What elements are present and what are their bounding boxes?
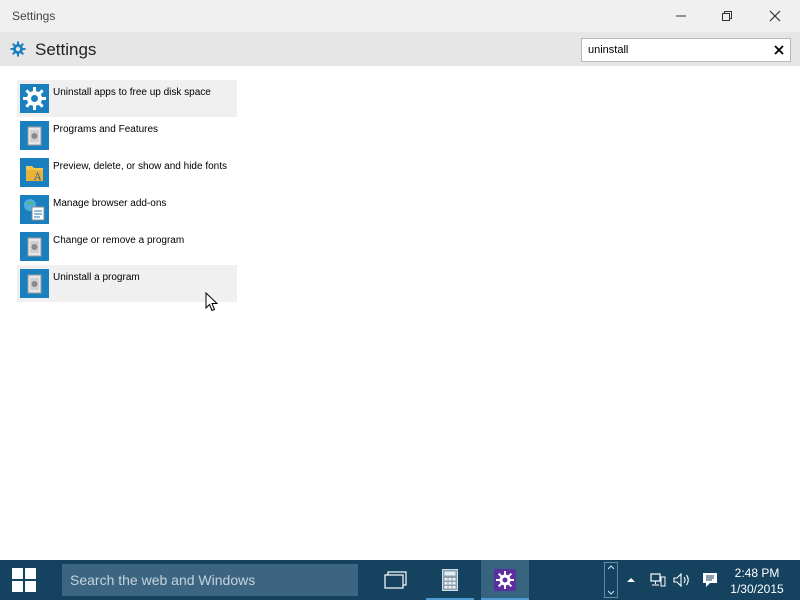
- result-label: Change or remove a program: [53, 235, 185, 246]
- internet-options-icon: [20, 195, 49, 224]
- settings-gear-icon: [494, 569, 516, 591]
- calculator-icon: [442, 569, 458, 591]
- taskbar-search-box[interactable]: Search the web and Windows: [62, 564, 358, 596]
- taskbar-calculator-button[interactable]: [426, 560, 474, 600]
- clock-time: 2:48 PM: [734, 566, 780, 580]
- task-view-button[interactable]: [372, 560, 420, 600]
- result-change-remove-program[interactable]: Change or remove a program: [17, 228, 237, 265]
- fonts-folder-icon: A: [20, 158, 49, 187]
- title-bar: Settings: [0, 0, 800, 32]
- gear-icon: [20, 84, 49, 113]
- result-uninstall-program[interactable]: Uninstall a program: [17, 265, 237, 302]
- result-programs-features[interactable]: Programs and Features: [17, 117, 237, 154]
- result-label: Programs and Features: [53, 124, 159, 135]
- taskbar-settings-button[interactable]: [481, 560, 529, 600]
- show-hidden-icons-button[interactable]: [624, 560, 638, 600]
- network-icon: [650, 573, 666, 587]
- programs-icon: [20, 232, 49, 261]
- result-fonts[interactable]: A Preview, delete, or show and hide font…: [17, 154, 237, 191]
- action-center-button[interactable]: [698, 560, 722, 600]
- result-uninstall-apps[interactable]: Uninstall apps to free up disk space: [17, 80, 237, 117]
- search-input[interactable]: [588, 42, 768, 58]
- svg-text:A: A: [33, 172, 42, 183]
- search-results-list: Uninstall apps to free up disk space Pro…: [17, 80, 237, 302]
- result-label: Preview, delete, or show and hide fonts: [53, 161, 227, 172]
- taskbar-clock[interactable]: 2:48 PM 1/30/2015: [724, 565, 790, 597]
- clear-search-button[interactable]: [772, 43, 786, 57]
- speaker-icon: [673, 573, 689, 587]
- notification-icon: [703, 573, 717, 587]
- start-button[interactable]: [0, 560, 48, 600]
- mouse-cursor-icon: [205, 292, 219, 312]
- settings-header: Settings: [0, 32, 800, 66]
- restore-icon: [722, 11, 732, 21]
- close-icon: [774, 45, 784, 55]
- task-view-icon: [384, 571, 407, 589]
- result-label: Uninstall apps to free up disk space: [53, 87, 211, 98]
- result-label: Uninstall a program: [53, 272, 140, 283]
- close-icon: [769, 10, 781, 22]
- search-box[interactable]: [581, 38, 791, 62]
- clock-date: 1/30/2015: [730, 582, 784, 596]
- taskbar-scroll-control[interactable]: [604, 562, 618, 598]
- minimize-icon: [676, 15, 686, 17]
- taskbar-search-placeholder: Search the web and Windows: [70, 572, 256, 588]
- result-browser-addons[interactable]: Manage browser add-ons: [17, 191, 237, 228]
- scroll-arrows-icon: [607, 565, 615, 595]
- programs-icon: [20, 121, 49, 150]
- restore-button[interactable]: [704, 0, 750, 32]
- network-button[interactable]: [650, 560, 666, 600]
- close-button[interactable]: [752, 0, 798, 32]
- windows-logo-icon: [12, 568, 36, 592]
- chevron-up-icon: [627, 578, 635, 582]
- result-label: Manage browser add-ons: [53, 198, 167, 209]
- volume-button[interactable]: [672, 560, 692, 600]
- page-title: Settings: [35, 40, 97, 59]
- taskbar: Search the web and Windows 2:48 PM 1/30/…: [0, 560, 800, 600]
- gear-icon: [10, 41, 26, 62]
- minimize-button[interactable]: [658, 0, 704, 32]
- programs-icon: [20, 269, 49, 298]
- window-title: Settings: [12, 9, 56, 23]
